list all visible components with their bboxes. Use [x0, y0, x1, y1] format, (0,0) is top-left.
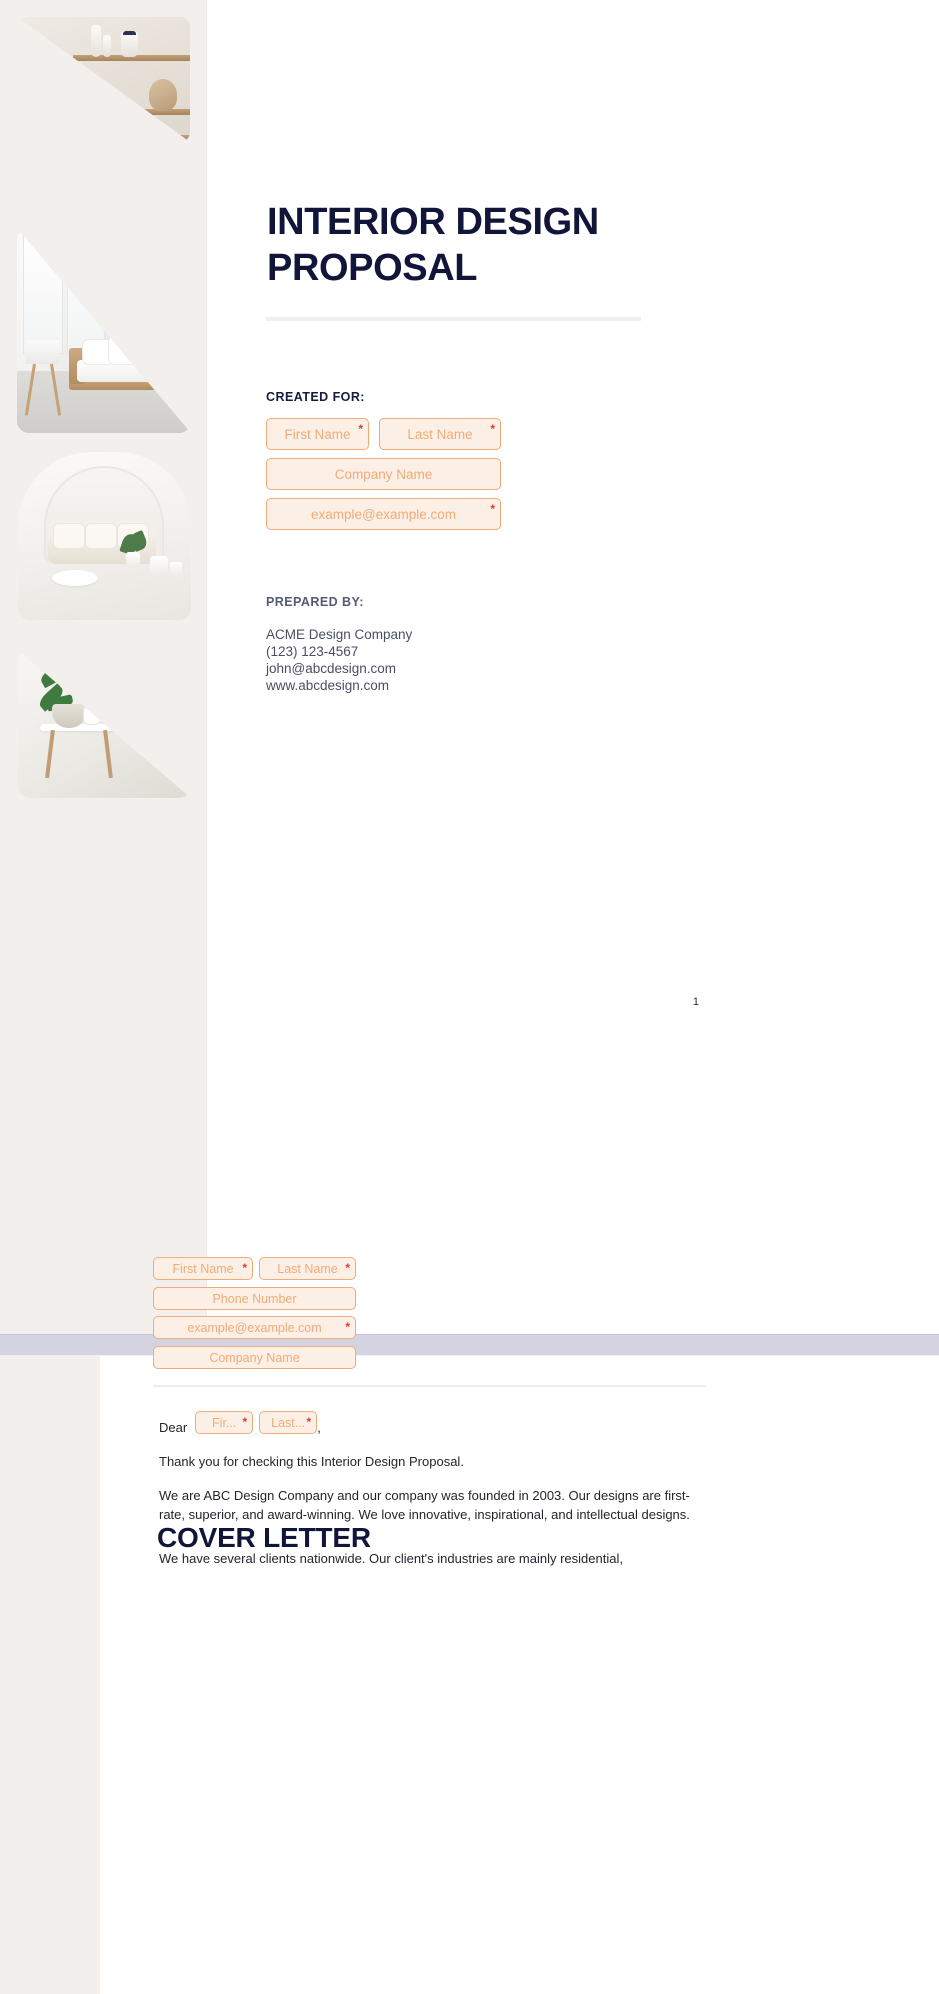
company-name-placeholder: Company Name — [334, 466, 433, 482]
cover-email-field[interactable]: example@example.com * — [153, 1316, 356, 1339]
cover-paragraph-2: We are ABC Design Company and our compan… — [159, 1488, 690, 1522]
created-for-label: CREATED FOR: — [266, 390, 365, 404]
cover-last-name-field[interactable]: Last Name * — [259, 1257, 356, 1280]
salutation-row: Dear Fir... * Last... * , — [159, 1410, 321, 1435]
required-asterisk: * — [490, 422, 495, 436]
page-number: 1 — [692, 996, 699, 1008]
salutation-first-name-field[interactable]: Fir... * — [195, 1411, 254, 1434]
first-name-field[interactable]: First Name * — [266, 418, 369, 450]
prepared-by-email: john@abcdesign.com — [266, 661, 397, 676]
last-name-placeholder: Last Name — [407, 426, 473, 442]
company-name-field[interactable]: Company Name — [266, 458, 501, 490]
salutation-comma: , — [317, 1420, 321, 1435]
cover-paragraph-1: Thank you for checking this Interior Des… — [159, 1454, 464, 1469]
title-divider — [266, 317, 641, 321]
prepared-by-details: ACME Design Company (123) 123-4567 john@… — [266, 626, 412, 694]
email-field[interactable]: example@example.com * — [266, 498, 501, 530]
required-asterisk: * — [242, 1261, 247, 1275]
email-placeholder: example@example.com — [310, 506, 456, 522]
cover-phone-placeholder: Phone Number — [212, 1291, 297, 1306]
cover-company-placeholder: Company Name — [209, 1350, 300, 1365]
cover-paragraph-3: We have several clients nationwide. Our … — [159, 1551, 623, 1566]
salutation-word: Dear — [159, 1420, 188, 1435]
first-name-placeholder: First Name — [284, 426, 351, 442]
required-asterisk: * — [358, 422, 363, 436]
prepared-by-website: www.abcdesign.com — [266, 678, 390, 693]
required-asterisk: * — [345, 1320, 350, 1334]
cover-email-placeholder: example@example.com — [187, 1320, 322, 1335]
cover-letter-divider — [153, 1385, 706, 1387]
salutation-first-name-placeholder: Fir... — [212, 1415, 237, 1430]
document-page-2: COVER LETTER — [0, 1356, 939, 1994]
document-viewport: INTERIOR DESIGN PROPOSAL CREATED FOR: Fi… — [0, 0, 939, 1994]
sofa-photo — [18, 452, 191, 620]
page-separator — [0, 1334, 939, 1356]
prepared-by-label: PREPARED BY: — [266, 595, 365, 609]
cover-last-name-placeholder: Last Name — [277, 1261, 338, 1276]
cover-first-name-field[interactable]: First Name * — [153, 1257, 253, 1280]
salutation-last-name-field[interactable]: Last... * — [259, 1411, 318, 1434]
last-name-field[interactable]: Last Name * — [379, 418, 501, 450]
required-asterisk: * — [242, 1415, 248, 1429]
page-title: INTERIOR DESIGN PROPOSAL — [267, 201, 599, 289]
required-asterisk: * — [306, 1415, 312, 1429]
document-page-1: INTERIOR DESIGN PROPOSAL CREATED FOR: Fi… — [0, 0, 939, 1334]
required-asterisk: * — [345, 1261, 350, 1275]
cover-company-field[interactable]: Company Name — [153, 1346, 356, 1369]
salutation-last-name-placeholder: Last... — [271, 1415, 306, 1430]
cover-phone-field[interactable]: Phone Number — [153, 1287, 356, 1310]
page-2-image-rail — [0, 1356, 100, 1994]
required-asterisk: * — [490, 502, 495, 516]
cover-first-name-placeholder: First Name — [172, 1261, 234, 1276]
prepared-by-phone: (123) 123-4567 — [266, 644, 359, 659]
prepared-by-company: ACME Design Company — [266, 627, 413, 642]
